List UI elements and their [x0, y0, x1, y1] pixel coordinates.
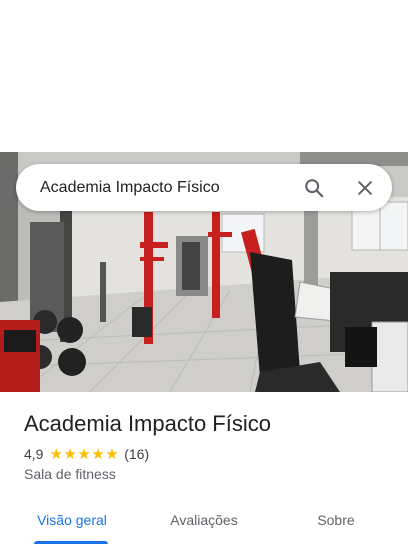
- search-query[interactable]: Academia Impacto Físico: [40, 178, 220, 198]
- close-icon[interactable]: [352, 175, 378, 201]
- star-icon: ★: [91, 445, 105, 463]
- tab-about[interactable]: Sobre: [310, 498, 362, 544]
- place-category[interactable]: Sala de fitness: [24, 465, 116, 483]
- star-icon: ★: [63, 445, 77, 463]
- review-count[interactable]: (16): [124, 445, 149, 463]
- place-info-panel: Academia Impacto Físico 4,9 ★ ★ ★ ★ ★ (1…: [0, 392, 408, 544]
- search-bar[interactable]: Academia Impacto Físico: [16, 164, 392, 211]
- rating-row[interactable]: 4,9 ★ ★ ★ ★ ★ (16): [24, 445, 149, 463]
- star-icon: ★: [49, 445, 63, 463]
- map-blank-area: [0, 0, 408, 152]
- rating-value: 4,9: [24, 446, 44, 462]
- search-icon[interactable]: [301, 175, 327, 201]
- tab-overview[interactable]: Visão geral: [34, 498, 110, 544]
- place-tabs: Visão geral Avaliações Sobre: [0, 498, 408, 544]
- star-icon: ★: [77, 445, 91, 463]
- rating-stars: ★ ★ ★ ★ ★: [49, 447, 119, 462]
- star-icon: ★: [105, 445, 119, 463]
- place-title: Academia Impacto Físico: [24, 411, 271, 436]
- tab-reviews[interactable]: Avaliações: [164, 498, 244, 544]
